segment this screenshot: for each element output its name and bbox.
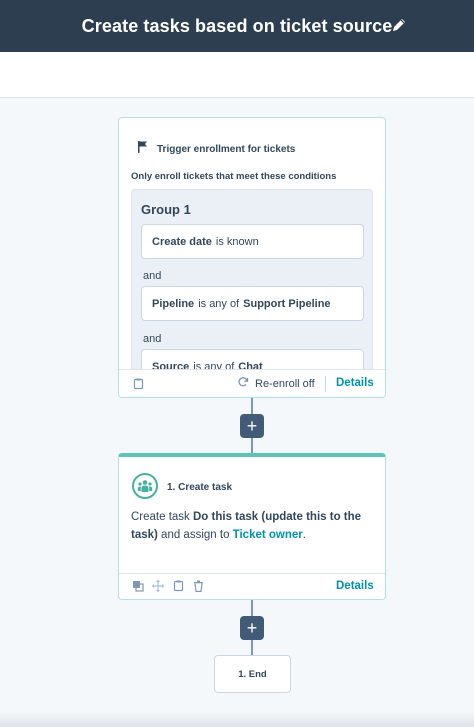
add-action-button[interactable]: + bbox=[240, 616, 264, 640]
condition-create-date[interactable]: Create date is known bbox=[141, 224, 364, 259]
trigger-header: Trigger enrollment for tickets bbox=[137, 140, 295, 159]
move-icon[interactable] bbox=[152, 580, 164, 592]
reenroll-toggle[interactable]: Re-enroll off bbox=[237, 376, 315, 391]
workflow-title[interactable]: Create tasks based on ticket source bbox=[82, 16, 393, 37]
task-body-suffix: . bbox=[302, 529, 306, 541]
create-task-action-card[interactable]: 1. Create task Create task Do this task … bbox=[118, 453, 386, 600]
top-header: Create tasks based on ticket source bbox=[0, 0, 474, 52]
task-details-link[interactable]: Details bbox=[336, 580, 374, 592]
enrollment-trigger-card[interactable]: Trigger enrollment for tickets Only enro… bbox=[118, 117, 386, 398]
reenroll-label: Re-enroll off bbox=[255, 377, 315, 390]
task-title: 1. Create task bbox=[167, 482, 233, 493]
flag-icon bbox=[137, 140, 149, 159]
condition-field: Create date bbox=[152, 235, 212, 248]
and-label: and bbox=[143, 270, 162, 282]
condition-pipeline[interactable]: Pipeline is any of Support Pipeline bbox=[141, 286, 364, 321]
delete-icon[interactable] bbox=[192, 580, 204, 592]
clone-icon[interactable] bbox=[132, 580, 144, 592]
condition-field: Pipeline bbox=[152, 297, 195, 310]
task-body-mid: and assign to bbox=[157, 529, 233, 541]
copy-icon[interactable] bbox=[172, 580, 184, 592]
trigger-details-link[interactable]: Details bbox=[336, 377, 374, 389]
group-title: Group 1 bbox=[141, 202, 191, 217]
and-label: and bbox=[143, 333, 162, 345]
task-description: Create task Do this task (update this to… bbox=[131, 508, 371, 544]
toolbar-bar bbox=[0, 52, 474, 98]
condition-value: Support Pipeline bbox=[243, 297, 331, 310]
condition-operator: is any of bbox=[198, 297, 240, 310]
task-body-prefix: Create task bbox=[131, 511, 193, 523]
ticket-owner-link[interactable]: Ticket owner bbox=[233, 529, 303, 541]
copy-icon[interactable] bbox=[132, 378, 144, 390]
pencil-icon[interactable] bbox=[388, 14, 410, 36]
refresh-icon bbox=[237, 376, 249, 391]
end-node: 1. End bbox=[214, 655, 291, 693]
trigger-footer: Re-enroll off Details bbox=[119, 369, 385, 397]
add-action-button[interactable]: + bbox=[240, 414, 264, 438]
task-footer: Details bbox=[119, 573, 385, 600]
condition-group: Group 1 Create date is known and Pipelin… bbox=[131, 189, 373, 389]
trigger-title: Trigger enrollment for tickets bbox=[157, 144, 296, 155]
divider bbox=[325, 376, 326, 392]
condition-operator: is known bbox=[215, 235, 259, 248]
conditions-caption: Only enroll tickets that meet these cond… bbox=[131, 171, 337, 182]
bottom-edge bbox=[0, 712, 474, 727]
team-icon bbox=[132, 473, 158, 499]
